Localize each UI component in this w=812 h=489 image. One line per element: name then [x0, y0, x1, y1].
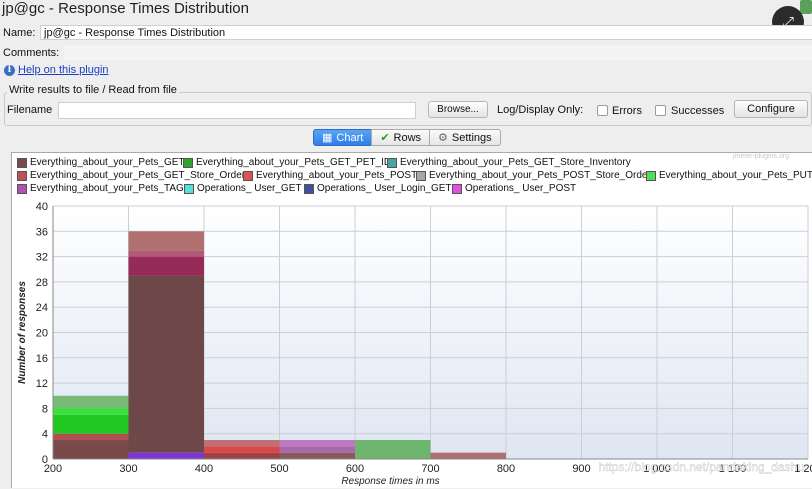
name-label: Name: [3, 27, 36, 39]
histogram-bar-segment [204, 440, 280, 447]
y-tick-label: 8 [42, 403, 48, 415]
browse-button[interactable]: Browse... [428, 101, 488, 118]
tab-settings-label: Settings [451, 131, 492, 144]
comments-field[interactable] [64, 45, 812, 60]
log-display-label: Log/Display Only: [497, 104, 584, 116]
x-tick-label: 900 [572, 463, 590, 475]
histogram-bar-segment [279, 440, 355, 447]
histogram-bar-segment [355, 440, 431, 459]
x-tick-label: 700 [421, 463, 439, 475]
window-title: jp@gc - Response Times Distribution [2, 0, 249, 17]
tab-settings[interactable]: ⚙ Settings [429, 129, 501, 146]
histogram-bar-segment [53, 440, 129, 459]
x-tick-label: 500 [270, 463, 288, 475]
y-tick-label: 40 [36, 201, 48, 213]
tab-rows[interactable]: ✔ Rows [371, 129, 431, 146]
y-tick-label: 4 [42, 429, 48, 441]
x-tick-label: 800 [497, 463, 515, 475]
y-tick-label: 12 [36, 378, 48, 390]
y-tick-label: 24 [36, 302, 48, 314]
x-axis-label: Response times in ms [341, 476, 439, 487]
gear-icon: ⚙ [438, 132, 448, 144]
name-field[interactable]: jp@gc - Response Times Distribution [40, 25, 812, 40]
errors-checkbox[interactable] [597, 105, 608, 116]
file-fieldset-legend: Write results to file / Read from file [7, 84, 179, 96]
histogram-bar-segment [128, 250, 204, 257]
histogram-bar-segment [53, 395, 129, 409]
tab-chart-label: Chart [336, 131, 364, 144]
filename-input[interactable] [58, 102, 416, 119]
y-tick-label: 16 [36, 353, 48, 365]
overlay-watermark: https://blog.csdn.net/pandaking_dashu [599, 460, 805, 474]
tab-rows-label: Rows [393, 131, 422, 144]
histogram-bar-segment [128, 452, 204, 459]
info-icon: i [4, 64, 15, 76]
histogram-bar-segment [128, 256, 204, 276]
histogram-bar-segment [53, 414, 129, 434]
chart-panel: jmeter-plugins.org Everything_about_your… [11, 152, 812, 488]
help-link-row[interactable]: i Help on this plugin [4, 64, 109, 76]
histogram-bar-segment [204, 452, 280, 459]
checkmark-icon: ✔ [380, 132, 390, 144]
chart-svg: 0481216202428323640200 300 400 500 600 700 800… [17, 201, 812, 487]
histogram-bar-segment [204, 446, 280, 453]
x-tick-label: 400 [195, 463, 213, 475]
x-tick-label: 300 [119, 463, 137, 475]
view-tabs: ▦ Chart ✔ Rows ⚙ Settings [313, 129, 501, 146]
y-tick-label: 28 [36, 277, 48, 289]
errors-label: Errors [612, 105, 642, 117]
histogram-bar-segment [430, 452, 506, 459]
x-tick-label: 600 [346, 463, 364, 475]
plugin-logo-icon [800, 0, 812, 14]
filename-label: Filename [7, 104, 53, 116]
histogram-bar-segment [128, 275, 204, 453]
successes-checkbox[interactable] [655, 105, 666, 116]
comments-label: Comments: [3, 47, 60, 59]
tab-chart[interactable]: ▦ Chart [313, 129, 373, 146]
help-link[interactable]: Help on this plugin [18, 64, 109, 76]
histogram-bar-segment [53, 408, 129, 415]
histogram-bar-segment [53, 433, 129, 441]
y-axis-label: Number of responses [17, 281, 28, 384]
histogram-bar-segment [128, 231, 204, 251]
histogram-bar-segment [279, 452, 355, 459]
histogram-bar-segment [279, 446, 355, 453]
y-tick-label: 32 [36, 252, 48, 264]
configure-button[interactable]: Configure [734, 100, 808, 118]
successes-label: Successes [671, 105, 725, 117]
chart-icon: ▦ [322, 132, 333, 144]
y-tick-label: 20 [36, 328, 48, 340]
y-tick-label: 36 [36, 226, 48, 238]
x-tick-label: 200 [44, 463, 62, 475]
